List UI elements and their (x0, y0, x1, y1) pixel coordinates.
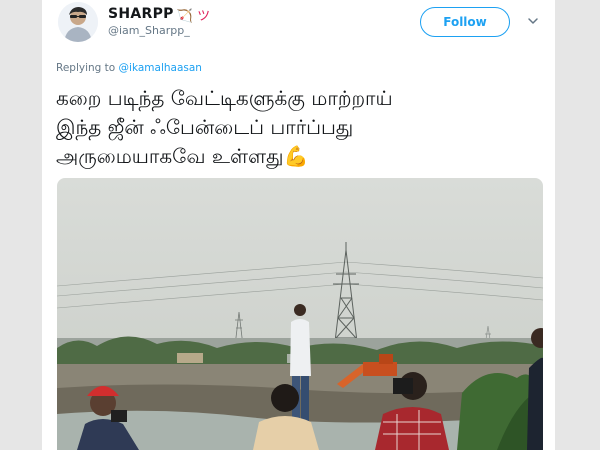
replying-to: Replying to @ikamalhaasan (56, 62, 202, 74)
display-name[interactable]: SHARPP (108, 6, 174, 22)
tweet-text-line-2: இந்த ஜீன் ஃபேன்டைப் பார்ப்பது (56, 115, 354, 139)
replying-mention-link[interactable]: @ikamalhaasan (119, 62, 202, 74)
tweet-card: SHARPP 🏹 ツ @iam_Sharpp_ Follow Replying … (42, 0, 555, 450)
replying-prefix: Replying to (56, 62, 116, 74)
avatar[interactable] (58, 2, 98, 42)
name-emoji: 🏹 ツ (176, 8, 211, 24)
account-name-row[interactable]: SHARPP 🏹 ツ (108, 4, 210, 24)
tweet-text-line-1: கறை படிந்த வேட்டிகளுக்கு மாற்றாய் (56, 86, 393, 110)
follow-button[interactable]: Follow (420, 7, 510, 37)
tweet-text: கறை படிந்த வேட்டிகளுக்கு மாற்றாய் இந்த ஜ… (56, 84, 546, 171)
flexed-biceps-emoji: 💪 (283, 144, 309, 168)
tweet-photo[interactable] (57, 178, 543, 450)
user-handle[interactable]: @iam_Sharpp_ (108, 24, 190, 37)
avatar-image (58, 2, 98, 42)
photo-scene (57, 178, 543, 450)
chevron-down-icon[interactable] (526, 14, 540, 28)
tweet-text-line-3: அருமையாகவே உள்ளது💪 (56, 142, 546, 171)
tweet-text-line-3-text: அருமையாகவே உள்ளது (56, 144, 284, 168)
